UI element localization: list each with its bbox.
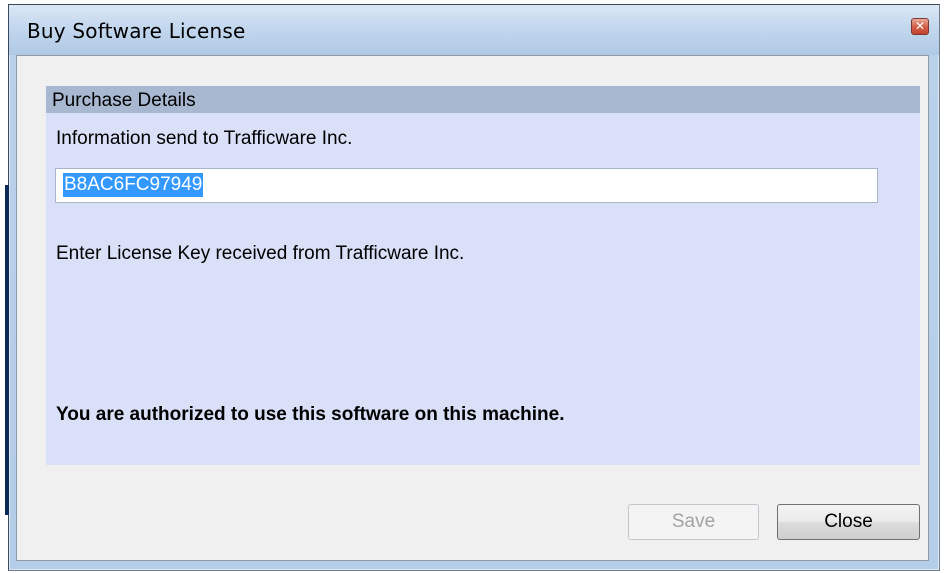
- save-button[interactable]: Save: [628, 504, 759, 540]
- buy-license-dialog: Buy Software License ✕ Purchase Details …: [5, 4, 940, 571]
- hardware-id-field[interactable]: B8AC6FC97949: [55, 168, 878, 203]
- info-label: Information send to Trafficware Inc.: [56, 128, 353, 149]
- purchase-details-panel: Purchase Details Information send to Tra…: [46, 86, 920, 465]
- window-close-icon[interactable]: ✕: [911, 18, 929, 35]
- hardware-id-value: B8AC6FC97949: [63, 173, 204, 197]
- window-title: Buy Software License: [27, 19, 246, 43]
- license-key-label: Enter License Key received from Trafficw…: [56, 243, 465, 264]
- title-bar[interactable]: Buy Software License ✕: [9, 5, 939, 55]
- dialog-client-area: Purchase Details Information send to Tra…: [16, 55, 929, 561]
- authorization-status: You are authorized to use this software …: [56, 404, 565, 425]
- panel-header: Purchase Details: [46, 86, 920, 113]
- panel-header-title: Purchase Details: [52, 90, 196, 111]
- window-edge-accent: [5, 185, 9, 515]
- close-button[interactable]: Close: [777, 504, 920, 540]
